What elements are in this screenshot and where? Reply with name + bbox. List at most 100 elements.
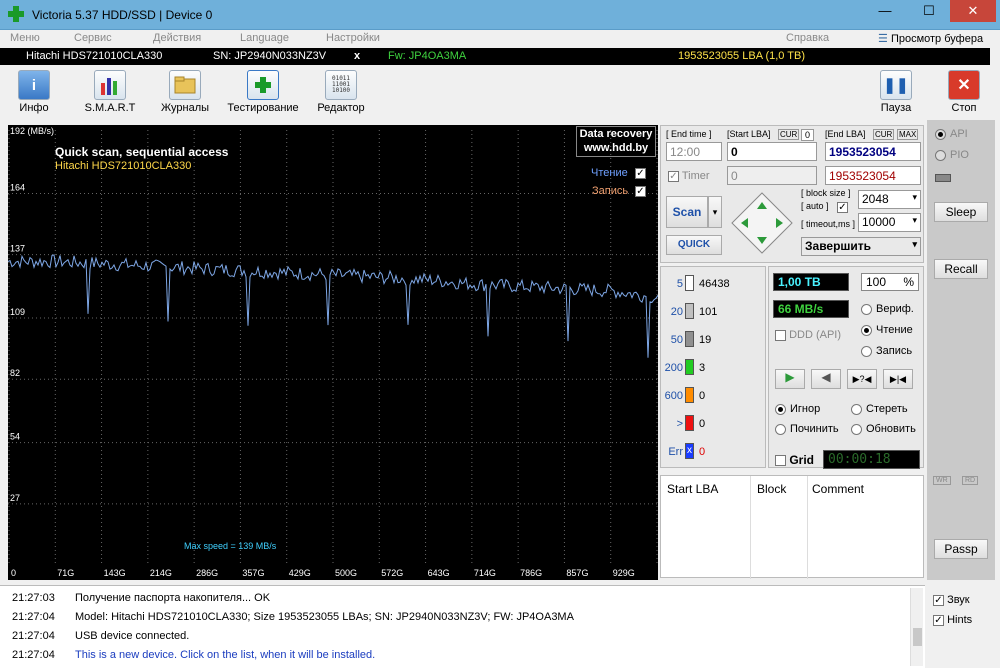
x-tick-label: 71G	[57, 568, 74, 578]
col-start-lba: Start LBA	[667, 482, 719, 496]
skip-random-button[interactable]: ▶?◀	[847, 369, 877, 389]
counter-row: Err x 0	[661, 443, 765, 463]
start-cur-value: 0	[801, 129, 815, 141]
sleep-button[interactable]: Sleep	[934, 202, 988, 222]
recall-button[interactable]: Recall	[934, 259, 988, 279]
timer-label: Timer	[681, 170, 710, 182]
counter-row: 600 0	[661, 387, 765, 407]
log-time: 21:27:04	[12, 649, 55, 661]
end-time-input[interactable]	[666, 142, 722, 161]
end-lba-input-2[interactable]	[825, 166, 921, 185]
play-button[interactable]: ▶	[775, 369, 805, 389]
menu-actions[interactable]: Действия	[153, 32, 201, 44]
logs-button[interactable]: Журналы	[155, 70, 215, 114]
editor-button[interactable]: 01011 11001 10100 Редактор	[311, 70, 371, 114]
menu-main[interactable]: Меню	[10, 32, 40, 44]
api-radio[interactable]: API	[935, 128, 968, 140]
pio-radio[interactable]: PIO	[935, 149, 969, 161]
read-legend-checkbox[interactable]: ✓	[635, 168, 646, 179]
y-tick-label: 27	[10, 493, 20, 503]
quick-button[interactable]: QUICK	[666, 235, 722, 255]
timer-input[interactable]	[727, 166, 817, 185]
rd-indicator: RD	[962, 476, 979, 485]
counter-label: 200	[664, 362, 683, 374]
counter-swatch	[685, 359, 694, 375]
back-icon: ◀	[821, 370, 831, 384]
counter-value: 0	[699, 390, 706, 402]
counter-row: 5 46438	[661, 275, 765, 295]
close-window-button[interactable]: ✕	[950, 0, 996, 22]
hints-toggle[interactable]: ✓ Hints	[933, 614, 972, 626]
buffer-viewer-link[interactable]: ☰ Просмотр буфера	[878, 32, 983, 45]
testing-button[interactable]: Тестирование	[225, 70, 301, 114]
test-cross-icon	[247, 70, 279, 100]
read-radio[interactable]: Чтение	[861, 324, 913, 336]
grid-toggle[interactable]: Grid	[775, 453, 814, 467]
stop-button[interactable]: ✕ Стоп	[934, 70, 994, 114]
x-tick-label: 214G	[150, 568, 172, 578]
end-max-button[interactable]: MAX	[897, 129, 919, 140]
ignore-radio[interactable]: Игнор	[775, 403, 820, 415]
chevron-down-icon: ▾	[912, 192, 917, 202]
auto-checkbox[interactable]: ✓	[837, 202, 848, 213]
log-time: 21:27:04	[12, 630, 55, 642]
finish-action-select[interactable]: Завершить ▾	[801, 237, 921, 256]
defects-table[interactable]: Start LBA Block Comment	[660, 475, 924, 579]
scan-button[interactable]: Scan	[666, 196, 708, 228]
log-message: Model: Hitachi HDS721010CLA330; Size 195…	[75, 611, 574, 623]
counter-label: >	[676, 418, 683, 430]
binary-editor-icon: 01011 11001 10100	[325, 70, 357, 100]
erase-radio[interactable]: Стереть	[851, 403, 908, 415]
start-cur-button[interactable]: CUR	[778, 129, 800, 140]
maximize-button[interactable]: ☐	[910, 0, 948, 22]
stop-x-icon: ✕	[948, 70, 980, 100]
block-size-select[interactable]: 2048 ▾	[858, 190, 921, 209]
percent-display: 100%	[861, 273, 919, 291]
ddd-checkbox[interactable]	[775, 329, 786, 341]
menu-settings[interactable]: Настройки	[326, 32, 380, 44]
log-scrollbar[interactable]	[910, 588, 923, 666]
end-cur-button[interactable]: CUR	[873, 129, 895, 140]
repair-radio[interactable]: Починить	[775, 423, 839, 435]
menu-service[interactable]: Сервис	[74, 32, 112, 44]
refresh-radio[interactable]: Обновить	[851, 423, 916, 435]
counter-swatch: x	[685, 443, 694, 459]
info-button[interactable]: i Инфо	[4, 70, 64, 114]
x-tick-label: 357G	[242, 568, 264, 578]
ddd-label: DDD (API)	[789, 329, 842, 341]
counter-swatch	[685, 387, 694, 403]
counter-row: 20 101	[661, 303, 765, 323]
passp-button[interactable]: Passp	[934, 539, 988, 559]
counter-swatch	[685, 415, 694, 431]
log-time: 21:27:03	[12, 592, 55, 604]
smart-button[interactable]: S.M.A.R.T	[78, 70, 142, 114]
skip-end-button[interactable]: ▶|◀	[883, 369, 913, 389]
scan-settings-panel: [ End time ] ✓ Timer [Start LBA] CUR 0 […	[660, 125, 924, 263]
x-tick-label: 429G	[289, 568, 311, 578]
close-device-button[interactable]: x	[354, 50, 360, 62]
timer-checkbox[interactable]: ✓	[668, 170, 679, 182]
write-legend-checkbox[interactable]: ✓	[635, 186, 646, 197]
menu-language[interactable]: Language	[240, 32, 289, 44]
timeout-select[interactable]: 10000 ▾	[858, 213, 921, 232]
minimize-button[interactable]: —	[866, 0, 904, 22]
verify-radio[interactable]: Вериф.	[861, 303, 914, 315]
sound-toggle[interactable]: ✓ Звук	[933, 594, 970, 606]
log-message: This is a new device. Click on the list,…	[75, 649, 376, 661]
device-info-bar: Hitachi HDS721010CLA330 SN: JP2940N033NZ…	[0, 48, 990, 65]
drive-model: Hitachi HDS721010CLA330	[26, 50, 163, 62]
pause-icon: ❚❚	[880, 70, 912, 100]
scan-dropdown-button[interactable]: ▾	[708, 196, 722, 228]
pause-button[interactable]: ❚❚ Пауза	[866, 70, 926, 114]
direction-pad[interactable]	[731, 192, 793, 254]
counter-label: 50	[670, 334, 683, 346]
log-panel[interactable]: 21:27:03 Получение паспорта накопителя...…	[0, 585, 925, 668]
play-icon: ▶	[785, 370, 795, 384]
end-lba-input[interactable]	[825, 142, 921, 161]
counter-swatch	[685, 331, 694, 347]
max-speed-label: Max speed = 139 MB/s	[184, 541, 277, 551]
write-radio[interactable]: Запись	[861, 345, 912, 357]
menu-help[interactable]: Справка	[786, 32, 829, 44]
rewind-button[interactable]: ◀	[811, 369, 841, 389]
start-lba-input[interactable]	[727, 142, 817, 161]
